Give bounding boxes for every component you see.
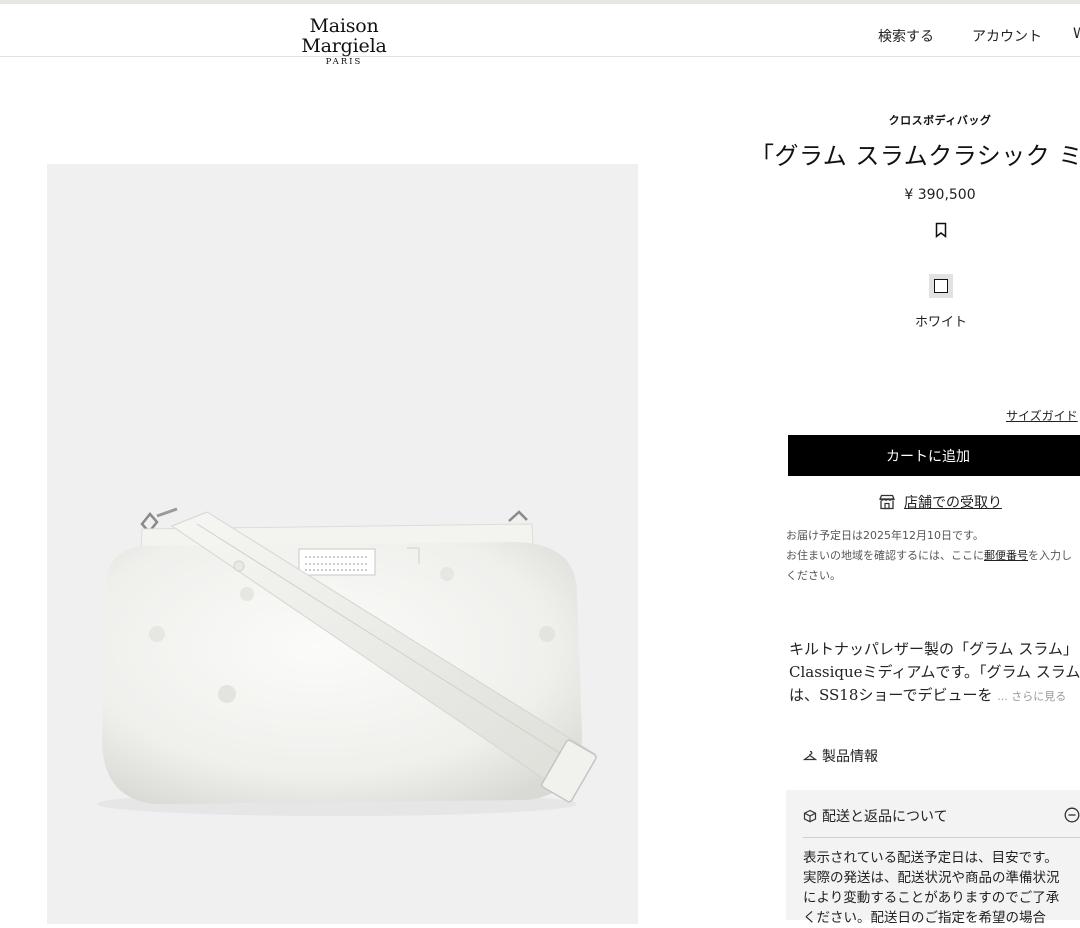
product-price: ¥ 390,500	[904, 187, 976, 203]
delivery-region-end: ください。	[786, 569, 841, 582]
nav-account-link[interactable]: アカウント	[972, 26, 1042, 46]
description-line-last: は、SS18ショーでデビューを ... さらに見る	[789, 684, 1080, 708]
store-icon	[879, 494, 895, 510]
delivery-region-prefix: お住まいの地域を確認するには、ここに	[786, 549, 984, 562]
product-title: 「グラム スラムクラシック ミデ	[750, 142, 1080, 170]
color-swatch-white[interactable]	[929, 274, 953, 298]
selected-color-label: ホワイト	[914, 315, 967, 330]
shipping-text-line: 実際の発送は、配送状況や商品の準備状況	[803, 870, 1060, 886]
description-line: Classiqueミディアムです。「グラム スラム」	[789, 663, 1080, 681]
delivery-date-text: お届け予定日は2025年12月10日です。	[786, 529, 984, 542]
brand-logo[interactable]: Maison Margiela PARIS	[274, 16, 414, 67]
package-icon	[803, 809, 817, 823]
product-info-label: 製品情報	[822, 749, 878, 765]
nav-search-link[interactable]: 検索する	[878, 26, 934, 46]
product-description: キルトナッパレザー製の「グラム スラム」 Classiqueミディアムです。「グ…	[789, 638, 1080, 708]
brand-name: Maison Margiela	[301, 15, 387, 57]
bag-illustration	[97, 507, 597, 816]
shipping-returns-text: 表示されている配送予定日は、目安です。 実際の発送は、配送状況や商品の準備状況 …	[803, 848, 1080, 928]
wishlist-bookmark-icon[interactable]	[932, 221, 950, 239]
add-to-cart-button[interactable]: カートに追加	[788, 435, 1080, 476]
description-line: キルトナッパレザー製の「グラム スラム」	[789, 640, 1078, 658]
site-header: Maison Margiela PARIS 検索する アカウント W	[0, 4, 1080, 67]
nav-wishlist-link[interactable]: W	[1073, 26, 1080, 42]
brand-subtitle: PARIS	[325, 57, 363, 67]
collapse-minus-icon[interactable]	[1064, 807, 1080, 823]
store-pickup-link[interactable]: 店舗での受取り	[878, 492, 1002, 512]
shipping-text-line: 表示されている配送予定日は、目安です。	[803, 850, 1058, 866]
add-to-cart-label: カートに追加	[886, 448, 970, 465]
shipping-text-line: により変動することがありますのでご了承	[803, 890, 1060, 906]
divider	[803, 837, 1080, 838]
color-swatch-fill	[934, 279, 948, 293]
read-more-link[interactable]: ... さらに見る	[997, 690, 1066, 703]
hanger-icon	[803, 750, 817, 761]
shipping-returns-panel: 配送と返品について 表示されている配送予定日は、目安です。 実際の発送は、配送状…	[786, 790, 1080, 926]
delivery-region-suffix: を入力し	[1028, 549, 1072, 562]
shipping-returns-toggle[interactable]: 配送と返品について	[803, 806, 948, 826]
delivery-estimate: お届け予定日は2025年12月10日です。 お住まいの地域を確認するには、ここに…	[786, 526, 1080, 586]
shipping-returns-label: 配送と返品について	[822, 809, 948, 825]
product-image[interactable]	[47, 164, 638, 924]
shipping-text-line: ください。配送日のご指定を希望の場合	[803, 910, 1046, 926]
delivery-region-text: お住まいの地域を確認するには、ここに郵便番号を入力し	[786, 546, 1080, 566]
store-pickup-label: 店舗での受取り	[904, 495, 1002, 511]
postal-code-link[interactable]: 郵便番号	[984, 549, 1028, 562]
description-line-text: は、SS18ショーでデビューを	[789, 686, 993, 704]
product-info-toggle[interactable]: 製品情報	[803, 746, 878, 766]
size-guide-link[interactable]: サイズガイド	[1006, 407, 1078, 424]
product-category: クロスボディバッグ	[888, 114, 992, 127]
